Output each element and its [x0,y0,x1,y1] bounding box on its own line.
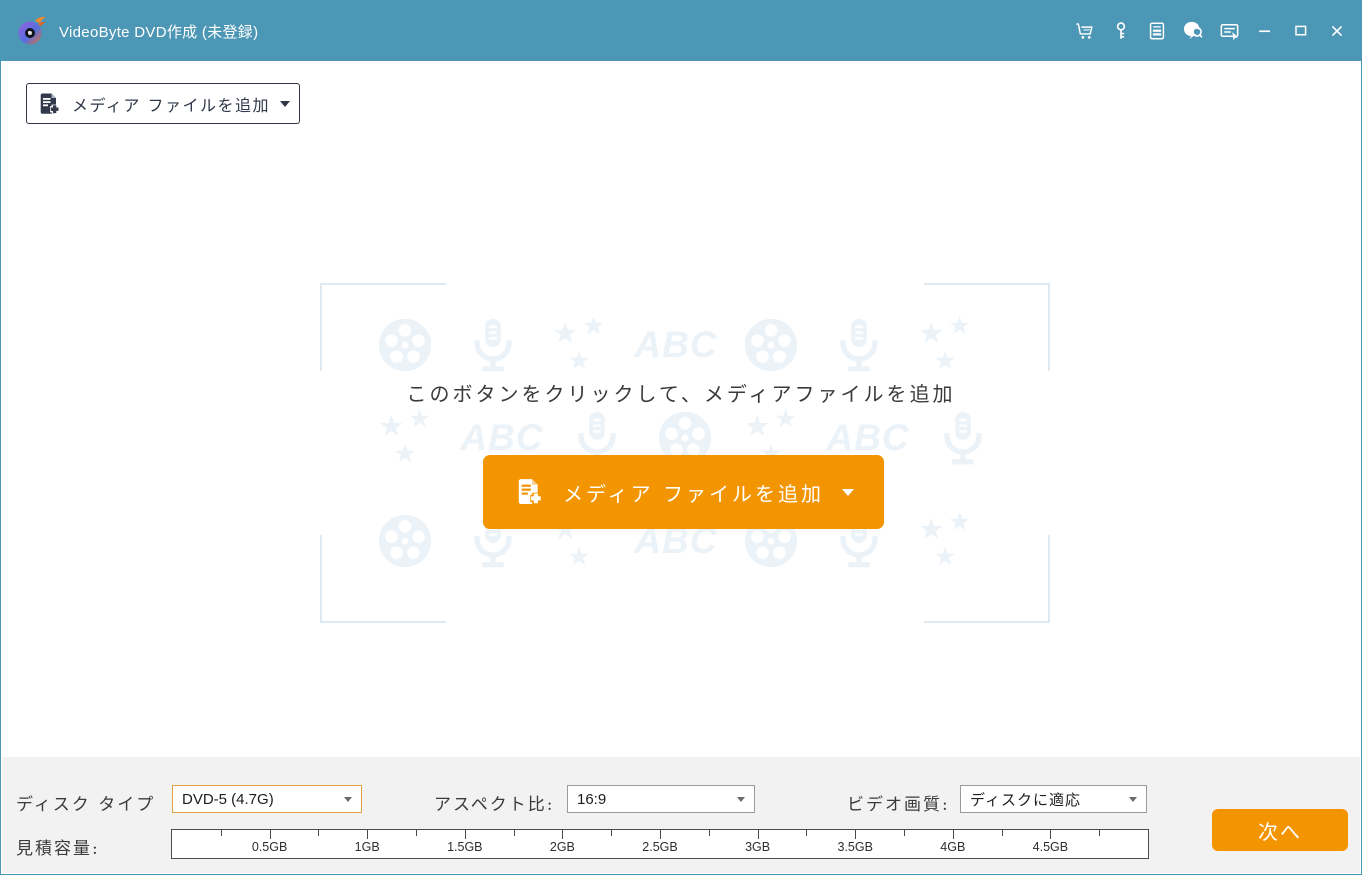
chevron-down-icon [1129,796,1137,802]
meter-tick [660,830,661,839]
titlebar: VideoByte DVD作成 (未登録) [1,1,1361,61]
film-watermark-icon [740,314,802,376]
meter-tick [855,830,857,839]
add-media-main-label: メディア ファイルを追加 [563,481,824,506]
meter-tick [1099,830,1101,836]
aspect-ratio-select[interactable]: 16:9 [567,785,755,813]
meter-tick [904,830,905,836]
close-button[interactable] [1325,19,1349,43]
meter-tick [952,830,954,839]
window-title: VideoByte DVD作成 (未登録) [59,23,259,41]
video-quality-value: ディスクに適応 [970,790,1081,809]
disc-type-value: DVD-5 (4.7G) [182,790,274,808]
main-area: メディア ファイルを追加 ABC ABC ABC ABC このボタンをクリックし… [2,61,1360,759]
cart-icon[interactable] [1073,19,1097,43]
meter-tick-label: 1GB [354,840,380,854]
license-icon[interactable] [1145,19,1169,43]
mic-watermark-icon [462,314,524,376]
capacity-meter: 0.5GB 1GB 1.5GB 2GB 2.5GB 3GB 3.5GB 4GB 4.5GB [171,829,1149,859]
meter-tick-label: 3GB [745,840,771,854]
dropzone-corner-bottom-left [320,535,446,623]
meter-tick [318,830,320,836]
menu-icon[interactable] [1217,19,1241,43]
video-quality-label: ビデオ画質: [847,795,950,815]
stars-watermark-icon [550,314,612,376]
mic-watermark-icon [828,314,890,376]
meter-tick [1001,830,1003,836]
disc-type-label: ディスク タイプ [16,795,156,815]
aspect-ratio-label: アスペクト比: [434,795,555,815]
meter-tick [464,830,466,839]
app-logo-icon [15,14,49,48]
meter-tick-label: 3.5GB [837,840,873,854]
dropzone-corner-bottom-right [924,535,1050,623]
capacity-label: 見積容量: [16,839,100,859]
meter-tick-label: 2GB [549,840,575,854]
watermark-row: ABC [374,314,978,376]
video-quality-select[interactable]: ディスクに適応 [960,785,1147,813]
minimize-button[interactable] [1253,19,1277,43]
meter-tick [611,830,613,836]
dropzone-corner-top-left [320,283,446,371]
meter-tick-label: 0.5GB [251,840,288,854]
meter-tick-label: 2.5GB [642,840,678,854]
maximize-button[interactable] [1289,19,1313,43]
meter-tick-label: 4.5GB [1032,840,1069,854]
chevron-down-icon [279,100,290,107]
abc-watermark-text: ABC [634,324,718,365]
watermark-grid: ABC ABC ABC ABC [2,61,1360,759]
meter-tick [1050,830,1052,839]
meter-tick [513,830,515,836]
add-file-icon [40,93,60,114]
chevron-down-icon [344,796,352,802]
meter-tick-label: 1.5GB [447,840,483,854]
meter-tick [367,830,369,839]
feedback-icon[interactable] [1181,19,1205,43]
meter-tick-label: 4GB [940,840,966,854]
add-media-toolbar-label: メディア ファイルを追加 [72,95,270,115]
next-button[interactable]: 次へ [1212,809,1348,851]
meter-tick [220,830,222,836]
dropzone-corner-top-right [924,283,1050,371]
bottom-bar: ディスク タイプ DVD-5 (4.7G) アスペクト比: 16:9 ビデオ画質… [2,757,1360,873]
meter-tick [562,830,564,839]
meter-tick [708,830,710,836]
add-file-icon [518,479,542,505]
meter-tick [416,830,417,836]
disc-type-select[interactable]: DVD-5 (4.7G) [172,785,362,813]
meter-tick [806,830,808,836]
key-icon[interactable] [1109,19,1133,43]
meter-tick [757,830,759,839]
add-media-main-button[interactable]: メディア ファイルを追加 [483,455,884,529]
chevron-down-icon [841,488,854,496]
add-media-toolbar-button[interactable]: メディア ファイルを追加 [26,83,300,124]
meter-tick [269,830,271,839]
chevron-down-icon [737,796,745,802]
aspect-ratio-value: 16:9 [577,790,607,808]
stars-watermark-icon [376,407,438,469]
mic-watermark-icon [932,407,994,469]
app-window: VideoByte DVD作成 (未登録) メディア ファイルを追加 ABC A… [0,0,1362,875]
dropzone-hint: このボタンをクリックして、メディアファイルを追加 [406,382,956,406]
